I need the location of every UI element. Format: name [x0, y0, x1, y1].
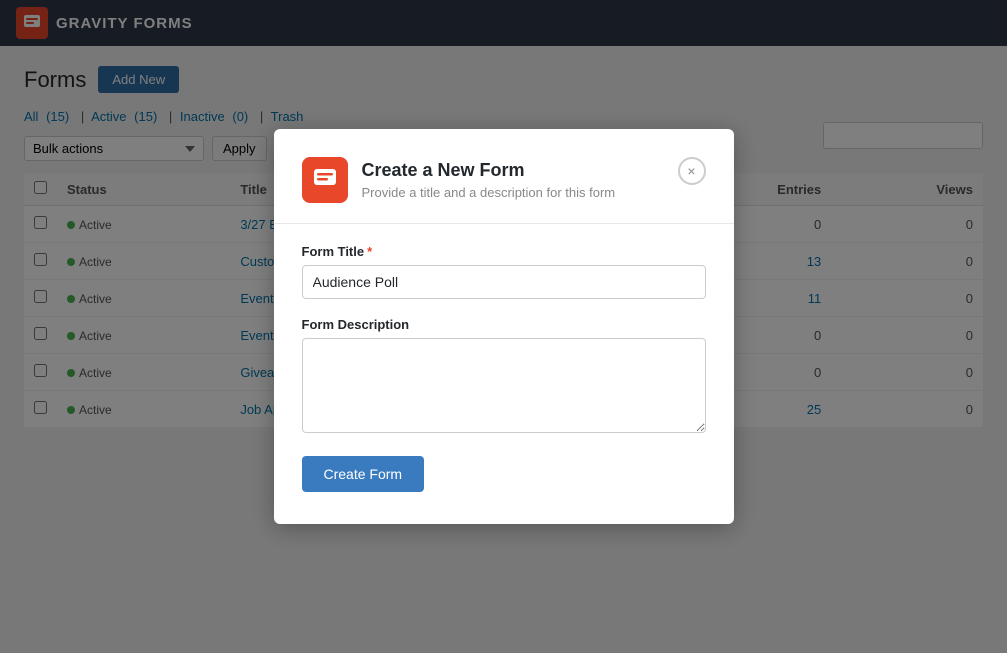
form-desc-label: Form Description — [302, 317, 706, 332]
modal-subtitle: Provide a title and a description for th… — [362, 185, 616, 200]
modal-header-left: Create a New Form Provide a title and a … — [302, 157, 616, 203]
create-form-button[interactable]: Create Form — [302, 456, 425, 492]
form-desc-group: Form Description — [302, 317, 706, 438]
modal-overlay: Create a New Form Provide a title and a … — [0, 0, 1007, 653]
form-title-input[interactable] — [302, 265, 706, 299]
modal-divider — [274, 223, 734, 224]
required-star: * — [367, 244, 372, 259]
modal-header: Create a New Form Provide a title and a … — [302, 157, 706, 203]
modal-close-button[interactable]: × — [678, 157, 706, 185]
modal-dialog: Create a New Form Provide a title and a … — [274, 129, 734, 524]
form-title-label: Form Title* — [302, 244, 706, 259]
modal-icon — [302, 157, 348, 203]
form-desc-textarea[interactable] — [302, 338, 706, 433]
modal-title: Create a New Form — [362, 160, 616, 181]
modal-title-block: Create a New Form Provide a title and a … — [362, 160, 616, 200]
form-title-group: Form Title* — [302, 244, 706, 299]
